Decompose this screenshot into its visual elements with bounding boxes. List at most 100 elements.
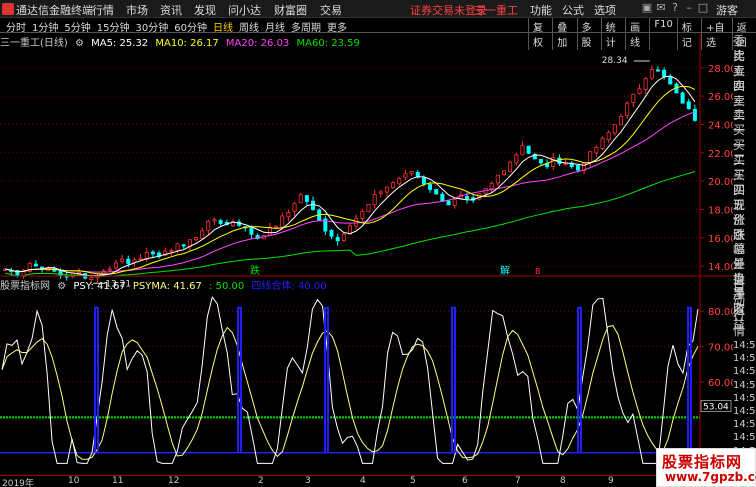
date-label: 8 xyxy=(560,476,566,486)
help-icon[interactable]: ? xyxy=(668,1,682,14)
side-ind-time: 14:50 xyxy=(733,432,756,444)
tab-30min[interactable]: 30分钟 xyxy=(135,19,168,34)
side-nav-item[interactable]: 涨幅 xyxy=(733,228,756,257)
side-nav-item[interactable]: 卖一 xyxy=(733,108,756,137)
chart-area[interactable]: 28.00 26.00 24.00 22.00 20.00 18.00 16.00 14.00… xyxy=(0,34,733,475)
tab-5min[interactable]: 5分钟 xyxy=(64,19,90,34)
tab-1min[interactable]: 1分钟 xyxy=(32,19,58,34)
candle-down xyxy=(421,177,426,185)
skin-icon[interactable]: ▣ xyxy=(640,1,654,14)
menu-item-news[interactable]: 资讯 xyxy=(160,2,188,18)
candle-down xyxy=(33,263,38,267)
side-nav-item[interactable]: 买三 xyxy=(733,153,756,182)
candle-up xyxy=(489,182,494,190)
side-nav-item[interactable]: 买五 xyxy=(733,183,756,212)
menu-item-market[interactable]: 市场 xyxy=(126,2,154,18)
candle-down xyxy=(692,109,697,121)
date-axis: 2019年 10 11 12 2 3 4 5 6 7 8 9 xyxy=(0,475,700,487)
side-nav-item[interactable]: 买四 xyxy=(733,168,756,197)
minimize-icon[interactable]: – xyxy=(682,1,696,14)
window-controls: ▣ ✉ ? – □ xyxy=(640,1,710,14)
chart-title: 三一重工(日线) xyxy=(0,38,68,49)
candle-up xyxy=(637,88,642,94)
right-menu: 功能 公式 选项 xyxy=(530,2,626,18)
side-ind-time: 14:50 xyxy=(733,379,756,391)
date-label: 7 xyxy=(515,476,521,486)
tab-weekly[interactable]: 周线 xyxy=(239,19,259,34)
quote-side-panel: 委比 卖五 卖四 卖三 卖二 卖一 买一 买二 买三 买四 买五 现价 涨跌 涨幅 总量 外盘 换手 净资 收益 xyxy=(733,34,756,331)
candle-down xyxy=(446,200,451,206)
tab-multi-period[interactable]: 多周期 xyxy=(291,19,321,34)
tab-60min[interactable]: 60分钟 xyxy=(174,19,207,34)
menu-item-trade[interactable]: 交易 xyxy=(320,2,348,18)
candle-up xyxy=(286,212,291,218)
indicator-tick-label: 80.00 xyxy=(708,307,733,318)
candle-up xyxy=(563,163,568,165)
stock-name: 三一重工 xyxy=(474,4,518,17)
psyma-label: PSYMA: 41.67 xyxy=(132,281,202,292)
candle-down xyxy=(304,195,309,202)
date-label: 3 xyxy=(305,476,311,486)
candle-down xyxy=(526,145,531,154)
menu-item-formula[interactable]: 公式 xyxy=(562,2,584,18)
side-ind-time: 14:50 xyxy=(733,419,756,431)
ma20-label: MA20: 26.03 xyxy=(225,38,290,49)
candle-up xyxy=(508,161,513,173)
side-nav-item[interactable]: 外盘 xyxy=(733,257,756,286)
candle-down xyxy=(575,165,580,171)
date-label: 9 xyxy=(608,476,614,486)
candle-up xyxy=(194,237,199,241)
guest-label[interactable]: 游客 xyxy=(716,2,738,18)
side-nav-item[interactable]: 委比 xyxy=(733,34,756,63)
candle-up xyxy=(274,225,279,228)
indicator-tick-label: 70.00 xyxy=(708,343,733,354)
price-chart[interactable]: 28.00 26.00 24.00 22.00 20.00 18.00 16.00 14.00… xyxy=(0,56,733,289)
menu-item-ask[interactable]: 问小达 xyxy=(228,2,268,18)
candle-down xyxy=(662,69,667,78)
side-nav-item[interactable]: 卖二 xyxy=(733,94,756,123)
candle-up xyxy=(378,191,383,194)
indicator-name[interactable]: 股票指标网 xyxy=(0,281,50,292)
side-nav-item[interactable]: 卖四 xyxy=(733,64,756,93)
side-nav-item[interactable]: 涨跌 xyxy=(733,213,756,242)
period-tabs: 分时 1分钟 5分钟 15分钟 30分钟 60分钟 日线 周线 月线 多周期 更… xyxy=(6,19,353,34)
menu-item-quotes[interactable]: 行情 xyxy=(92,2,120,18)
side-nav-item[interactable]: 买二 xyxy=(733,138,756,167)
tab-15min[interactable]: 15分钟 xyxy=(97,19,130,34)
menu-item-wealth[interactable]: 财富圈 xyxy=(274,2,314,18)
watermark-url: www.7gpzb.com xyxy=(665,470,756,484)
current-value-label: 53.04 xyxy=(703,403,729,413)
menu-item-functions[interactable]: 功能 xyxy=(530,2,552,18)
side-nav-item[interactable]: 买一 xyxy=(733,123,756,152)
price-tick-label: 26.00 xyxy=(708,92,733,103)
candle-up xyxy=(280,215,285,228)
indicator-chart[interactable]: 80.0070.0060.0040.0053.04 xyxy=(0,295,733,464)
tab-minute[interactable]: 分时 xyxy=(6,19,26,34)
candle-down xyxy=(428,184,433,190)
side-nav-item[interactable]: 现价 xyxy=(733,198,756,227)
high-price-label: 28.34 xyxy=(602,56,628,66)
candle-up xyxy=(132,259,137,263)
candle-up xyxy=(495,174,500,184)
side-ind-item[interactable]: 自动 xyxy=(733,279,756,309)
mail-icon[interactable]: ✉ xyxy=(654,1,668,14)
candle-up xyxy=(200,230,205,239)
maximize-icon[interactable]: □ xyxy=(696,1,710,14)
tab-monthly[interactable]: 月线 xyxy=(265,19,285,34)
side-nav-item[interactable]: 总量 xyxy=(733,242,756,271)
side-ind-item[interactable]: 行情 xyxy=(733,309,756,339)
candle-up xyxy=(354,217,359,227)
buy-signal-spike xyxy=(687,306,692,453)
indicator-settings-icon[interactable]: ⚙ xyxy=(57,281,66,292)
tab-daily[interactable]: 日线 xyxy=(213,19,233,34)
candle-up xyxy=(514,154,519,164)
side-nav-item[interactable]: 卖三 xyxy=(733,79,756,108)
side-nav-item[interactable]: 卖五 xyxy=(733,49,756,78)
candle-up xyxy=(606,132,611,141)
main-menu: 行情 市场 资讯 发现 问小达 财富圈 交易 xyxy=(92,2,354,18)
menu-item-discover[interactable]: 发现 xyxy=(194,2,222,18)
tab-more[interactable]: 更多 xyxy=(327,19,347,34)
menu-item-options[interactable]: 选项 xyxy=(594,2,616,18)
settings-icon[interactable]: ⚙ xyxy=(75,38,84,49)
title-bar: 通达信金融终端 行情 市场 资讯 发现 问小达 财富圈 交易 证券交易未登录 三… xyxy=(0,0,756,18)
